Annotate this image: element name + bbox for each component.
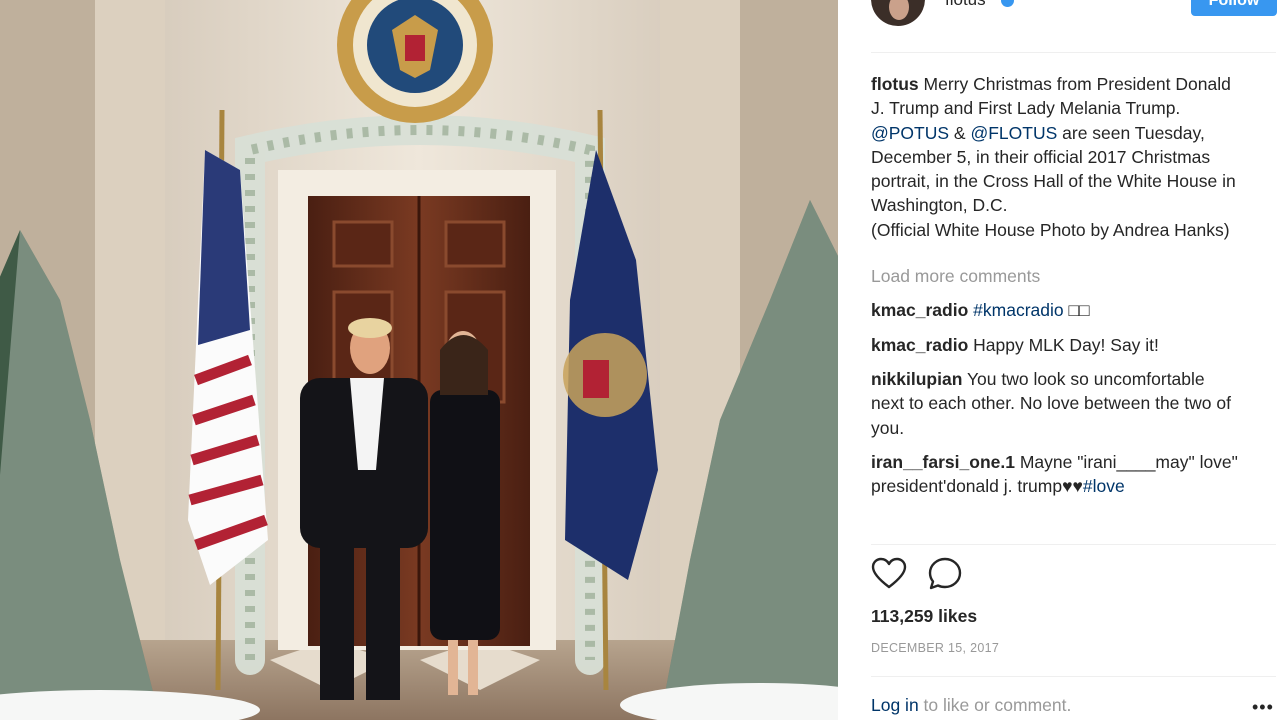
actions-divider [871,544,1276,545]
avatar[interactable] [871,0,925,26]
avatar-face [889,0,909,20]
comment-username[interactable]: nikkilupian [871,369,962,389]
caption-credit: (Official White House Photo by Andrea Ha… [871,219,1230,240]
comment-text: □□ [1063,300,1090,321]
comment-username[interactable]: kmac_radio [871,335,968,355]
comment-hashtag-link[interactable]: #love [1083,476,1125,496]
comment-username[interactable]: iran__farsi_one.1 [871,452,1015,472]
comment-username[interactable]: kmac_radio [871,300,968,320]
comment-item: nikkilupian You two look so uncomfortabl… [871,367,1241,440]
mention-flotus-link[interactable]: @FLOTUS [970,123,1057,143]
post-photo[interactable] [0,0,838,720]
login-prompt: Log in to like or comment. [871,695,1071,716]
comment-hashtag-link[interactable]: #kmacradio [973,300,1063,320]
comments-section: flotus Merry Christmas from President Do… [871,72,1241,508]
comment-item: kmac_radio #kmacradio □□ [871,298,1241,322]
login-prompt-text: to like or comment. [918,695,1072,715]
comment-item: iran__farsi_one.1 Mayne "irani____may" l… [871,450,1241,499]
caption-text: Merry Christmas from President Donald J.… [871,74,1231,119]
comment-text: Happy MLK Day! Say it! [968,334,1159,355]
mention-potus-link[interactable]: @POTUS [871,123,949,143]
comment-bubble-icon[interactable] [927,556,963,592]
post-caption: flotus Merry Christmas from President Do… [871,72,1241,242]
login-divider [871,676,1276,677]
post-side-panel: flotus Follow flotus Merry Christmas fro… [838,0,1280,720]
post-username[interactable]: flotus [945,0,986,10]
heart-icon[interactable] [871,556,907,592]
post-date: DECEMBER 15, 2017 [871,641,1000,655]
comment-item: kmac_radio Happy MLK Day! Say it! [871,333,1241,357]
christmas-portrait-image [0,0,838,720]
likes-count[interactable]: 113,259 likes [871,606,977,627]
load-more-comments-link[interactable]: Load more comments [871,264,1241,288]
caption-username[interactable]: flotus [871,74,919,94]
more-options-icon[interactable]: ••• [1252,697,1274,718]
verified-badge-icon [1001,0,1014,7]
follow-button[interactable]: Follow [1191,0,1277,16]
post-header: flotus Follow [871,0,1277,53]
login-link[interactable]: Log in [871,695,919,715]
caption-amp: & [949,122,971,143]
